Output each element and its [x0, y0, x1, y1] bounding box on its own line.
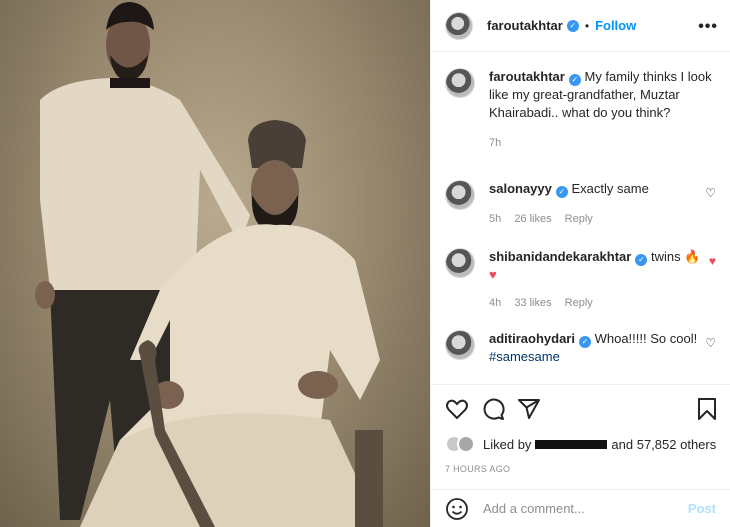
caption-age: 7h	[489, 137, 502, 149]
comment-username[interactable]: aditiraohydari	[489, 331, 575, 346]
caption-avatar[interactable]	[445, 68, 475, 98]
reply-button[interactable]: Reply	[565, 213, 593, 225]
more-icon[interactable]: •••	[698, 18, 718, 36]
share-icon[interactable]	[517, 397, 541, 421]
reply-button[interactable]: Reply	[565, 297, 593, 309]
heart-icon[interactable]	[445, 397, 469, 421]
verified-icon: ✓	[566, 19, 579, 32]
caption: faroutakhtar ✓ My family thinks I look li…	[445, 68, 720, 152]
comment-avatar[interactable]	[445, 180, 475, 210]
comment-age: 5h	[489, 213, 502, 225]
verified-icon: ✓	[635, 254, 648, 266]
comment-age: 4h	[489, 297, 502, 309]
liked-by-count[interactable]: and 57,852 others	[611, 437, 716, 452]
comment-input[interactable]	[483, 501, 673, 516]
author-username[interactable]: faroutakhtar	[487, 18, 563, 33]
action-bar	[431, 384, 730, 434]
verified-icon: ✓	[578, 336, 591, 348]
post-header: faroutakhtar ✓ • Follow •••	[431, 0, 730, 52]
comment-likes[interactable]: 33 likes	[514, 297, 551, 309]
liker-avatar	[457, 435, 475, 453]
comments-list[interactable]: faroutakhtar ✓ My family thinks I look li…	[431, 52, 730, 384]
comment-icon[interactable]	[481, 397, 505, 421]
post-timestamp: 7 HOURS AGO	[445, 464, 511, 474]
caption-username[interactable]: faroutakhtar	[489, 69, 565, 84]
comment-liked-heart-icon[interactable]: ♥	[709, 254, 716, 268]
separator-dot: •	[584, 18, 590, 33]
comment-item: salonayyy ✓ Exactly same 5h 26 likes Repl…	[445, 180, 720, 228]
bookmark-icon[interactable]	[697, 397, 717, 421]
comment-avatar[interactable]	[445, 248, 475, 278]
follow-button[interactable]: Follow	[595, 18, 636, 33]
comment-username[interactable]: salonayyy	[489, 181, 552, 196]
author-avatar[interactable]	[445, 11, 473, 40]
add-comment-bar: Post	[431, 489, 730, 527]
comment-text: Exactly same	[571, 181, 649, 196]
comment-text: Whoa!!!!! So cool!	[594, 331, 698, 346]
sepia-portrait-image	[35, 2, 383, 527]
hashtag-link[interactable]: #samesame	[489, 349, 560, 364]
red-heart-emoji: ♥	[489, 267, 497, 282]
verified-icon: ✓	[555, 186, 568, 198]
liked-by-prefix: Liked by	[483, 436, 532, 452]
comment-username[interactable]: shibanidandekarakhtar	[489, 249, 631, 264]
comment-like-heart-icon[interactable]: ♡	[705, 336, 716, 350]
comment-item: aditiraohydari ✓ Whoa!!!!! So cool! #same…	[445, 330, 720, 366]
post-photo[interactable]	[0, 0, 430, 527]
post-button[interactable]: Post	[688, 501, 716, 516]
comment-likes[interactable]: 26 likes	[514, 213, 551, 225]
liked-by-row[interactable]: Liked by and 57,852 others	[445, 435, 716, 453]
emoji-icon[interactable]	[445, 497, 469, 521]
comment-text: twins 🔥	[650, 249, 701, 264]
post-side-panel: faroutakhtar ✓ • Follow ••• faroutakhtar…	[430, 0, 730, 527]
comment-item: shibanidandekarakhtar ✓ twins 🔥 ♥ 4h 33 l…	[445, 248, 720, 312]
comment-like-heart-icon[interactable]: ♡	[705, 186, 716, 200]
redacted-username	[535, 439, 608, 449]
verified-icon: ✓	[568, 74, 581, 86]
comment-avatar[interactable]	[445, 330, 475, 360]
